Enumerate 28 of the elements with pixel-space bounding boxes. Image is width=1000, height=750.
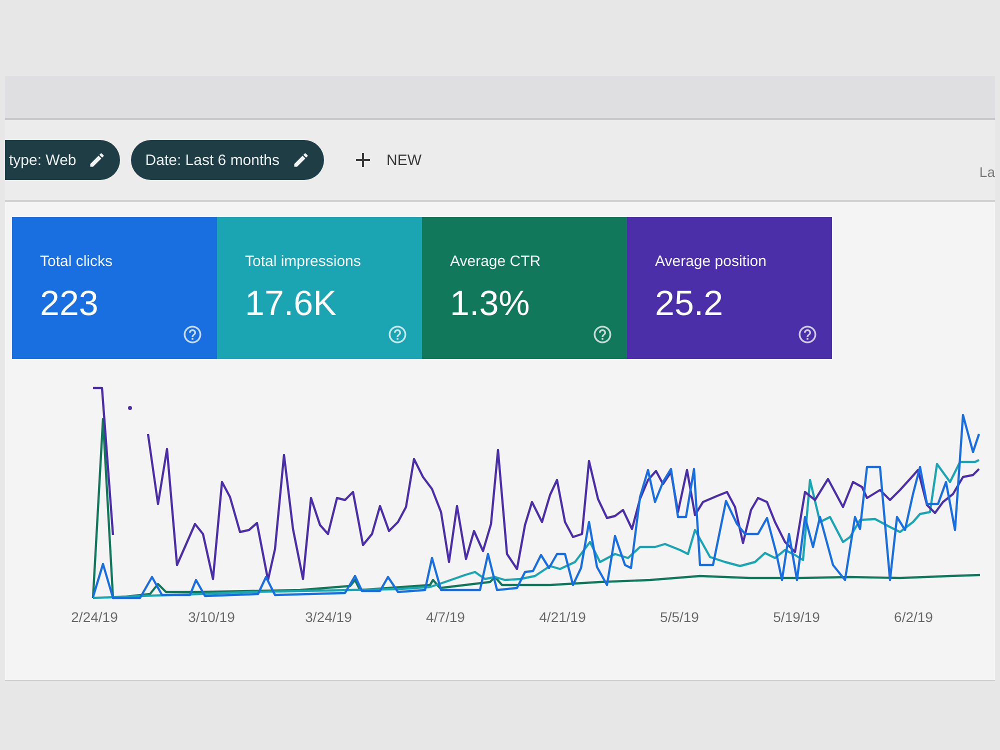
- axis-date-label: 3/24/19: [305, 609, 352, 625]
- axis-date-label: 4/7/19: [426, 609, 465, 625]
- axis-date-label: 5/5/19: [660, 609, 699, 625]
- help-icon[interactable]: [592, 324, 613, 345]
- cut-off-text: La: [979, 164, 995, 182]
- axis-date-label: 6/2/19: [894, 609, 933, 625]
- metric-label: Average position: [655, 253, 768, 270]
- axis-date-label: 2/24/19: [71, 609, 118, 625]
- metric-card[interactable]: Average position 25.2: [627, 217, 832, 359]
- metric-value: 25.2: [655, 284, 724, 324]
- axis-date-label: 4/21/19: [539, 609, 586, 625]
- filter-chip[interactable]: Date: Last 6 months: [131, 140, 324, 180]
- axis-date-label: 5/19/19: [773, 609, 820, 625]
- metric-value: 223: [40, 284, 100, 324]
- metric-label: Total impressions: [245, 253, 362, 270]
- pencil-icon: [88, 151, 106, 169]
- metric-card[interactable]: Total clicks 223: [12, 217, 217, 359]
- help-icon[interactable]: [797, 324, 818, 345]
- metric-label: Average CTR: [450, 253, 542, 270]
- new-filter-button[interactable]: NEW: [344, 142, 428, 178]
- axis-date-label: 3/10/19: [188, 609, 235, 625]
- metric-value: 1.3%: [450, 284, 531, 324]
- filter-chip[interactable]: type: Web: [5, 140, 120, 180]
- pencil-icon: [292, 151, 310, 169]
- metric-value: 17.6K: [245, 284, 338, 324]
- metric-label: Total clicks: [40, 253, 114, 270]
- help-icon[interactable]: [182, 324, 203, 345]
- metric-card[interactable]: Average CTR 1.3%: [422, 217, 627, 359]
